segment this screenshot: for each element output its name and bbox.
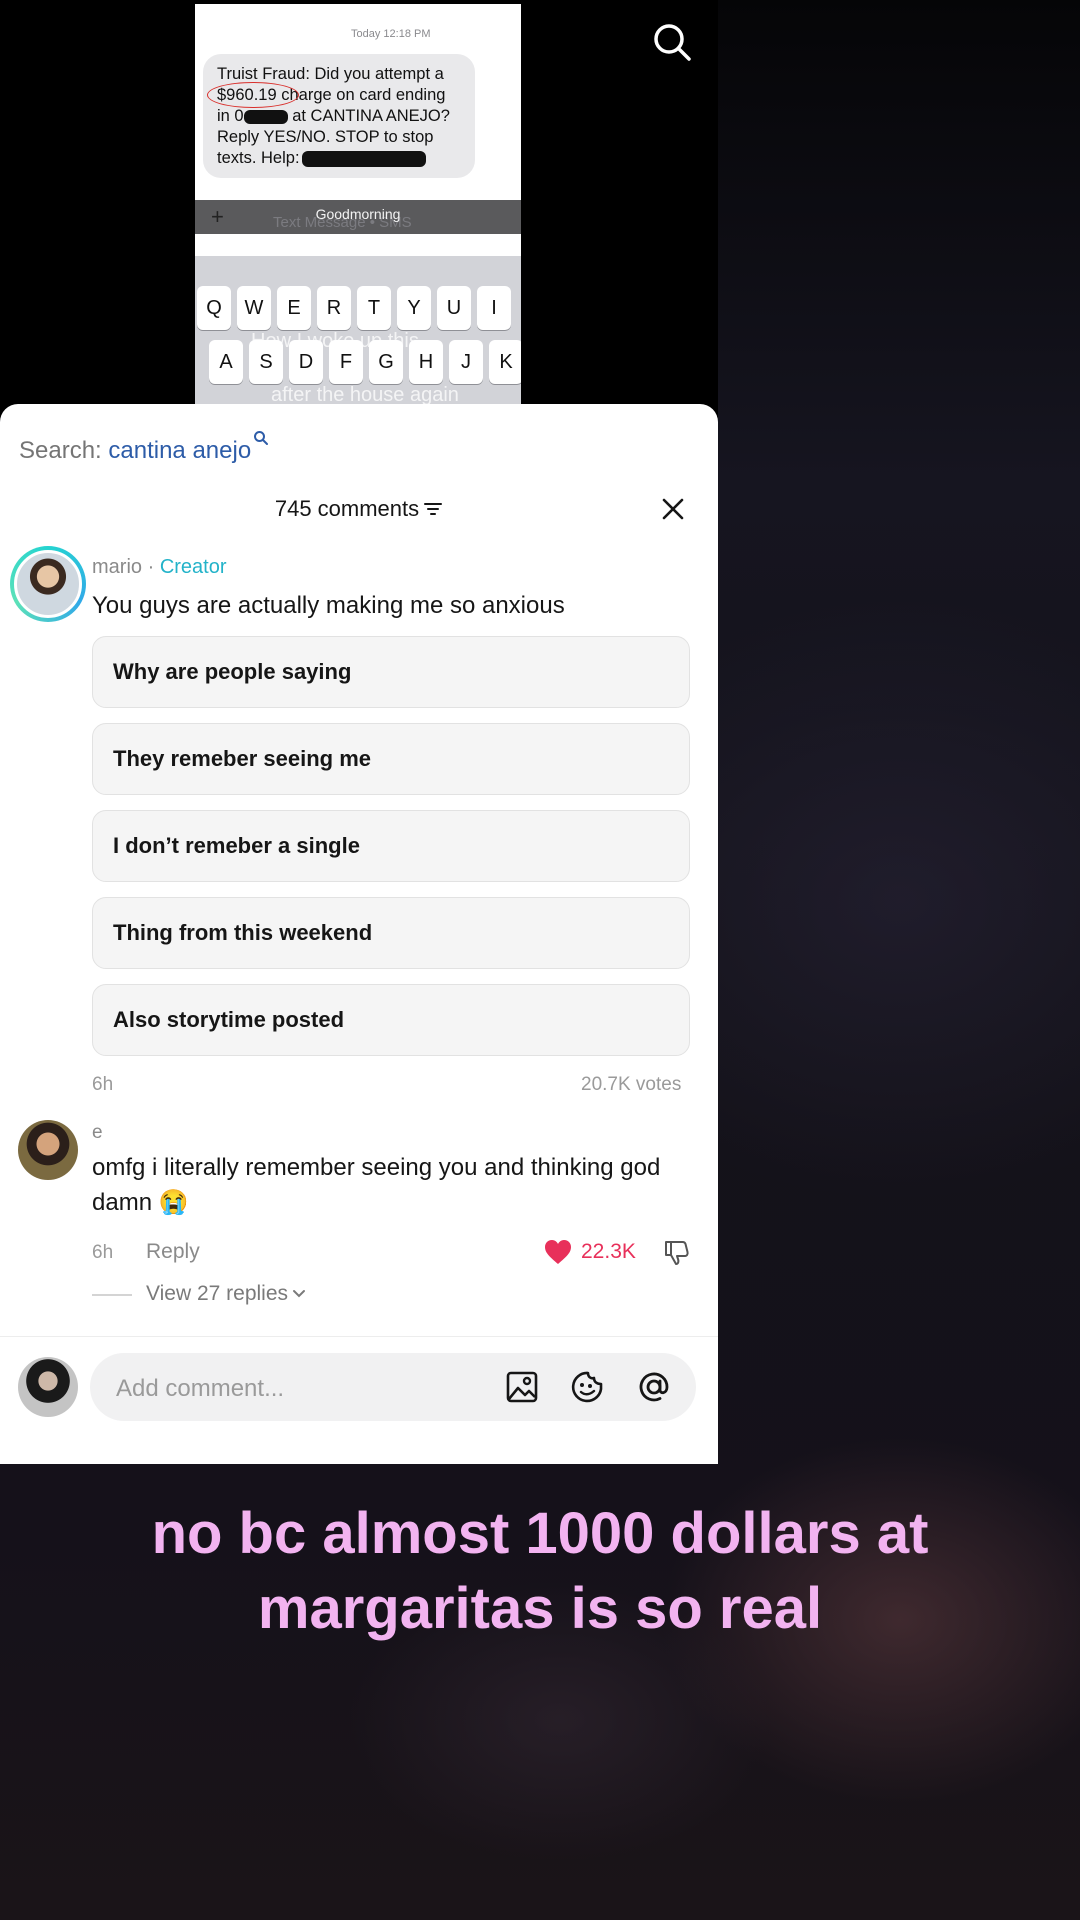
comment-text: omfg i literally remember seeing you and…	[92, 1154, 661, 1216]
video-caption: no bc almost 1000 dollars at margaritas …	[151, 1501, 929, 1641]
avatar-image	[14, 550, 82, 618]
thumbs-down-icon[interactable]	[662, 1238, 692, 1268]
comment-text: You guys are actually making me so anxio…	[92, 592, 565, 619]
key: A	[209, 340, 243, 384]
close-icon[interactable]	[658, 494, 688, 524]
emoji-icon[interactable]	[570, 1369, 606, 1405]
message-timestamp: Today 12:18 PM	[351, 28, 431, 40]
creator-badge: Creator	[159, 556, 227, 578]
redaction-mark	[243, 109, 288, 124]
poll-option[interactable]: Thing from this weekend	[92, 897, 690, 969]
filter-icon	[424, 503, 443, 515]
comment-time: 6h	[92, 1242, 114, 1263]
key: I	[477, 286, 511, 330]
image-icon[interactable]	[504, 1369, 540, 1405]
video-overlay-text: How I woke up this	[251, 330, 419, 352]
view-replies-label: View 27 replies	[146, 1282, 289, 1305]
comments-sheet: Search: cantina anejo 745 comments mario…	[0, 404, 718, 1464]
key: Q	[197, 286, 231, 330]
view-replies-button[interactable]: View 27 replies	[146, 1282, 306, 1306]
key: R	[317, 286, 351, 330]
video-overlay-text: Goodmorning	[315, 206, 401, 222]
search-icon[interactable]	[650, 20, 694, 64]
search-suggestion[interactable]: Search: cantina anejo	[19, 430, 269, 465]
user-avatar[interactable]	[18, 1120, 78, 1180]
search-term-link[interactable]: cantina anejo	[108, 437, 251, 464]
search-label: Search:	[19, 437, 102, 464]
creator-avatar[interactable]	[10, 546, 86, 622]
poll-option[interactable]: They remeber seeing me	[92, 723, 690, 795]
phone-input-toolbar: + Text Message • SMS Goodmorning	[195, 200, 521, 234]
sms-line: Reply YES/NO. STOP to stop	[217, 128, 434, 146]
sms-line: in 0 at CANTINA ANEJO?	[217, 106, 461, 127]
comment-time: 6h	[92, 1074, 114, 1095]
poll-option[interactable]: Why are people saying	[92, 636, 690, 708]
poll-option[interactable]: I don’t remeber a single	[92, 810, 690, 882]
comment-input-bar: Add comment...	[0, 1336, 718, 1464]
replies-divider	[92, 1294, 132, 1296]
creator-username[interactable]: mario · Creator	[92, 556, 227, 579]
like-count: 22.3K	[581, 1240, 636, 1263]
key: W	[237, 286, 271, 330]
key: J	[449, 340, 483, 384]
heart-icon[interactable]	[543, 1238, 573, 1266]
key: E	[277, 286, 311, 330]
key: T	[357, 286, 391, 330]
embedded-phone-screenshot: Today 12:18 PM Truist Fraud: Did you att…	[195, 4, 521, 404]
comments-count-header[interactable]: 745 comments	[0, 496, 718, 522]
redaction-mark	[301, 150, 426, 167]
separator: ·	[147, 556, 155, 578]
sms-text: at CANTINA ANEJO?	[292, 107, 450, 125]
chevron-down-icon	[293, 1290, 306, 1298]
red-circle-annotation	[207, 82, 299, 108]
sms-line: texts. Help:	[217, 148, 461, 169]
mention-icon[interactable]	[636, 1369, 672, 1405]
key: U	[437, 286, 471, 330]
add-comment-field[interactable]: Add comment...	[90, 1353, 696, 1421]
key: Y	[397, 286, 431, 330]
comments-count: 745 comments	[274, 496, 420, 521]
username[interactable]: e	[92, 1122, 103, 1144]
search-icon	[254, 431, 269, 445]
my-avatar	[18, 1357, 78, 1417]
phone-keyboard: Q W E R T Y U I A S D F G H J K How I wo…	[195, 256, 521, 404]
add-comment-placeholder: Add comment...	[116, 1375, 285, 1402]
key: K	[489, 340, 521, 384]
sms-bubble: Truist Fraud: Did you attempt a $960.19 …	[203, 54, 475, 178]
poll-votes: 20.7K votes	[581, 1074, 682, 1095]
username: mario	[92, 556, 143, 578]
reply-button[interactable]: Reply	[146, 1240, 200, 1264]
sms-text: texts. Help:	[217, 149, 300, 167]
sms-text: in 0	[217, 107, 244, 125]
video-overlay-text: after the house again	[271, 384, 459, 404]
poll-option[interactable]: Also storytime posted	[92, 984, 690, 1056]
